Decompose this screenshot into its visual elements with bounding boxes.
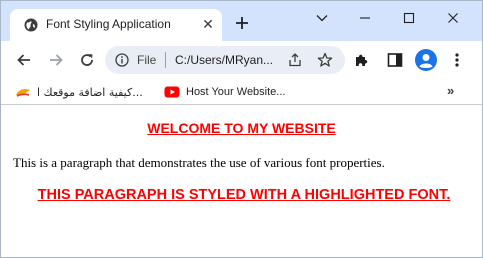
close-window-button[interactable] (433, 7, 473, 29)
profile-button[interactable] (415, 49, 437, 71)
reload-icon (81, 54, 93, 66)
info-icon[interactable] (115, 53, 129, 67)
reload-button[interactable] (77, 50, 97, 70)
browser-window: Font Styling Application ✕ File C:/Users… (0, 0, 483, 258)
new-tab-icon[interactable] (233, 14, 251, 32)
bookmark-favicon-icon (16, 89, 30, 97)
arrow-right-icon (50, 54, 63, 66)
back-button[interactable] (14, 50, 34, 70)
highlighted-paragraph: THIS PARAGRAPH IS STYLED WITH A HIGHLIGH… (37, 187, 451, 203)
body-paragraph: This is a paragraph that demonstrates th… (13, 155, 385, 170)
bookmark-item-host-website[interactable]: Host Your Website... (164, 83, 285, 101)
bookmark-label: كيفية اضافة موقعك ا... (37, 85, 143, 99)
bookmarks-bar: كيفية اضافة موقعك ا... Host Your Website… (1, 78, 482, 105)
arrow-left-icon (17, 54, 30, 66)
maximize-icon (403, 12, 415, 24)
tab-title: Font Styling Application (46, 17, 171, 31)
globe-icon (24, 18, 38, 32)
chevron-down-icon (316, 15, 328, 22)
bookmark-label: Host Your Website... (186, 86, 286, 98)
side-panel-icon (387, 53, 403, 67)
youtube-icon (164, 86, 180, 98)
url-text[interactable]: C:/Users/MRyan... (175, 53, 273, 67)
tab-strip: Font Styling Application ✕ (1, 1, 482, 41)
share-icon[interactable] (288, 53, 302, 67)
url-scheme-label: File (137, 53, 157, 67)
bookmarks-overflow-icon[interactable]: » (447, 83, 454, 98)
page-content: WELCOME TO MY WEBSITE This is a paragrap… (1, 105, 482, 257)
close-icon (448, 13, 458, 23)
minimize-icon (360, 17, 370, 19)
browser-toolbar: File C:/Users/MRyan... (1, 41, 482, 78)
address-divider (165, 52, 166, 68)
puzzle-icon (356, 54, 368, 66)
forward-button[interactable] (46, 50, 66, 70)
browser-menu-button[interactable] (448, 51, 466, 69)
kebab-menu-icon (455, 53, 459, 67)
extensions-button[interactable] (353, 51, 371, 69)
star-icon[interactable] (317, 52, 333, 68)
minimize-button[interactable] (345, 7, 385, 29)
avatar-icon (415, 49, 437, 71)
tab-search-button[interactable] (302, 7, 342, 29)
page-heading: WELCOME TO MY WEBSITE (147, 120, 336, 136)
side-panel-button[interactable] (386, 51, 404, 69)
tab-font-styling[interactable]: Font Styling Application ✕ (10, 9, 222, 41)
maximize-button[interactable] (389, 7, 429, 29)
address-bar[interactable]: File C:/Users/MRyan... (105, 46, 345, 74)
tab-close-icon[interactable]: ✕ (201, 17, 215, 31)
bookmark-item-arabic[interactable]: كيفية اضافة موقعك ا... (15, 83, 143, 101)
